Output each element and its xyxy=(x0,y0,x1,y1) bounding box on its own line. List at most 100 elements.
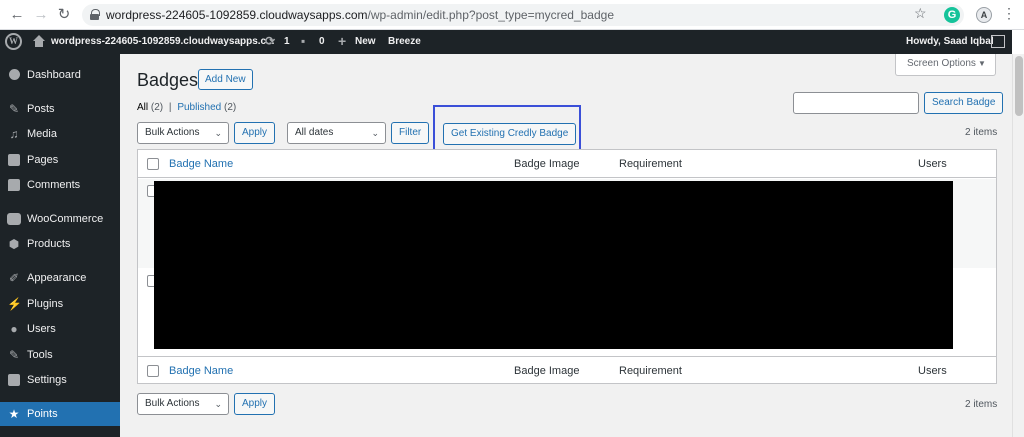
sidebar-item-users[interactable]: ● Users xyxy=(0,317,120,341)
grammarly-extension-icon[interactable]: G xyxy=(944,7,960,23)
filter-button[interactable]: Filter xyxy=(391,122,430,144)
chevron-down-icon: ⌄ xyxy=(371,128,379,138)
select-all-checkbox-footer[interactable] xyxy=(147,365,159,377)
sidebar-item-comments[interactable]: Comments xyxy=(0,173,120,197)
screen-options-label: Screen Options xyxy=(907,58,976,69)
scrollbar-thumb[interactable] xyxy=(1015,56,1023,116)
comments-icon xyxy=(8,179,20,191)
settings-icon xyxy=(8,374,20,386)
add-new-button[interactable]: Add New xyxy=(198,69,253,90)
sidebar-item-settings[interactable]: Settings xyxy=(0,368,120,392)
sidebar-item-label: Settings xyxy=(27,374,67,386)
logout-icon[interactable] xyxy=(991,35,1005,48)
date-filter-select[interactable]: All dates ⌄ xyxy=(287,122,386,144)
browser-menu-icon[interactable]: ⋮ xyxy=(1002,5,1016,22)
page-title: Badges xyxy=(137,70,199,90)
plus-icon[interactable]: + xyxy=(338,33,346,49)
bookmark-star-icon[interactable]: ☆ xyxy=(914,5,927,22)
sidebar-item-posts[interactable]: ✎ Posts xyxy=(0,97,120,121)
select-all-checkbox[interactable] xyxy=(147,158,159,170)
forward-icon[interactable]: → xyxy=(32,6,50,24)
plugin-icon: ⚡ xyxy=(7,297,22,311)
sidebar-item-appearance[interactable]: ✐ Appearance xyxy=(0,266,120,290)
view-separator: | xyxy=(168,102,172,113)
sidebar-item-points[interactable]: ★ Points xyxy=(0,402,120,426)
view-published-count: (2) xyxy=(224,102,237,113)
comments-icon[interactable]: ▪ xyxy=(301,34,305,48)
sidebar-item-dashboard[interactable]: Dashboard xyxy=(0,63,120,87)
products-icon: ⬢ xyxy=(8,237,20,251)
chevron-down-icon: ⌄ xyxy=(214,399,222,409)
sidebar-item-products[interactable]: ⬢ Products xyxy=(0,232,120,256)
redacted-region xyxy=(154,181,953,349)
table-header: Badge Name Badge Image Requirement Users xyxy=(138,150,996,178)
pin-icon: ✎ xyxy=(8,102,20,116)
scroll-gutter xyxy=(1012,30,1024,54)
breeze-link[interactable]: Breeze xyxy=(388,36,421,47)
star-icon: ★ xyxy=(8,407,20,421)
view-all-count: (2) xyxy=(150,102,164,113)
wrench-icon: ✎ xyxy=(8,348,20,362)
page-scrollbar[interactable] xyxy=(1012,54,1024,437)
bulk-actions-value: Bulk Actions xyxy=(145,398,200,409)
status-views: All (2) | Published (2) xyxy=(137,102,236,113)
column-users: Users xyxy=(918,365,947,377)
date-filter-value: All dates xyxy=(295,127,334,138)
search-badge-button[interactable]: Search Badge xyxy=(924,92,1004,114)
new-link[interactable]: New xyxy=(355,36,376,47)
back-icon[interactable]: ← xyxy=(8,6,26,24)
pages-icon xyxy=(8,154,20,166)
updates-icon[interactable]: ⟳ xyxy=(265,34,275,48)
chevron-down-icon: ⌄ xyxy=(214,128,222,138)
sidebar-item-plugins[interactable]: ⚡ Plugins xyxy=(0,292,120,316)
wordpress-logo-icon[interactable]: W xyxy=(5,33,22,50)
caret-down-icon: ▼ xyxy=(978,59,986,68)
sidebar-item-label: Posts xyxy=(27,103,55,115)
sidebar-item-label: Products xyxy=(27,238,71,250)
sidebar-item-pages[interactable]: Pages xyxy=(0,148,120,172)
column-users: Users xyxy=(918,158,947,170)
sidebar-item-label: Plugins xyxy=(27,298,64,310)
bulk-actions-value: Bulk Actions xyxy=(145,127,200,138)
home-icon xyxy=(33,35,45,47)
view-published-link[interactable]: Published xyxy=(177,102,221,113)
bulk-actions-select[interactable]: Bulk Actions ⌄ xyxy=(137,122,229,144)
sidebar-item-label: Appearance xyxy=(27,272,87,284)
apply-button[interactable]: Apply xyxy=(234,122,276,144)
sidebar-item-label: Dashboard xyxy=(27,69,81,81)
items-count: 2 items xyxy=(965,127,998,138)
column-badge-name[interactable]: Badge Name xyxy=(169,158,233,170)
media-icon: ♫ xyxy=(9,127,19,141)
lock-icon xyxy=(90,9,100,20)
sidebar-item-media[interactable]: ♫ Media xyxy=(0,122,120,146)
table-footer: Badge Name Badge Image Requirement Users xyxy=(138,356,996,384)
reload-icon[interactable]: ↻ xyxy=(55,6,73,24)
sidebar-item-label: Tools xyxy=(27,349,53,361)
sidebar-item-label: Users xyxy=(27,323,56,335)
items-count-bottom: 2 items xyxy=(965,399,998,410)
screen-options-button[interactable]: Screen Options ▼ xyxy=(895,54,996,76)
column-requirement: Requirement xyxy=(619,158,682,170)
dashboard-icon xyxy=(9,69,20,80)
sidebar-item-label: Pages xyxy=(27,154,59,166)
search-input[interactable] xyxy=(793,92,919,114)
sidebar-item-tools[interactable]: ✎ Tools xyxy=(0,343,120,367)
account-greeting[interactable]: Howdy, Saad Iqbal xyxy=(906,36,994,47)
sidebar-item-label: WooCommerce xyxy=(27,213,104,225)
url-host: wordpress-224605-1092859.cloudwaysapps.c… xyxy=(106,8,368,22)
comments-count[interactable]: 0 xyxy=(319,36,325,47)
apply-button-bottom[interactable]: Apply xyxy=(234,393,276,415)
site-name-link[interactable]: wordpress-224605-1092859.cloudwaysapps.c… xyxy=(51,36,274,47)
column-badge-image: Badge Image xyxy=(514,365,580,377)
profile-avatar[interactable]: A xyxy=(976,7,992,23)
sidebar-item-label: Comments xyxy=(27,179,81,191)
updates-count[interactable]: 1 xyxy=(284,36,290,47)
view-all-link[interactable]: All xyxy=(137,102,148,113)
admin-sidebar: Dashboard ✎ Posts ♫ Media Pages Comments… xyxy=(0,54,120,437)
column-badge-name[interactable]: Badge Name xyxy=(169,365,233,377)
woocommerce-icon xyxy=(7,213,21,225)
bulk-actions-select-bottom[interactable]: Bulk Actions ⌄ xyxy=(137,393,229,415)
sidebar-item-woocommerce[interactable]: WooCommerce xyxy=(0,207,120,231)
sidebar-item-label: Media xyxy=(27,128,57,140)
address-bar[interactable]: wordpress-224605-1092859.cloudwaysapps.c… xyxy=(82,4,964,26)
